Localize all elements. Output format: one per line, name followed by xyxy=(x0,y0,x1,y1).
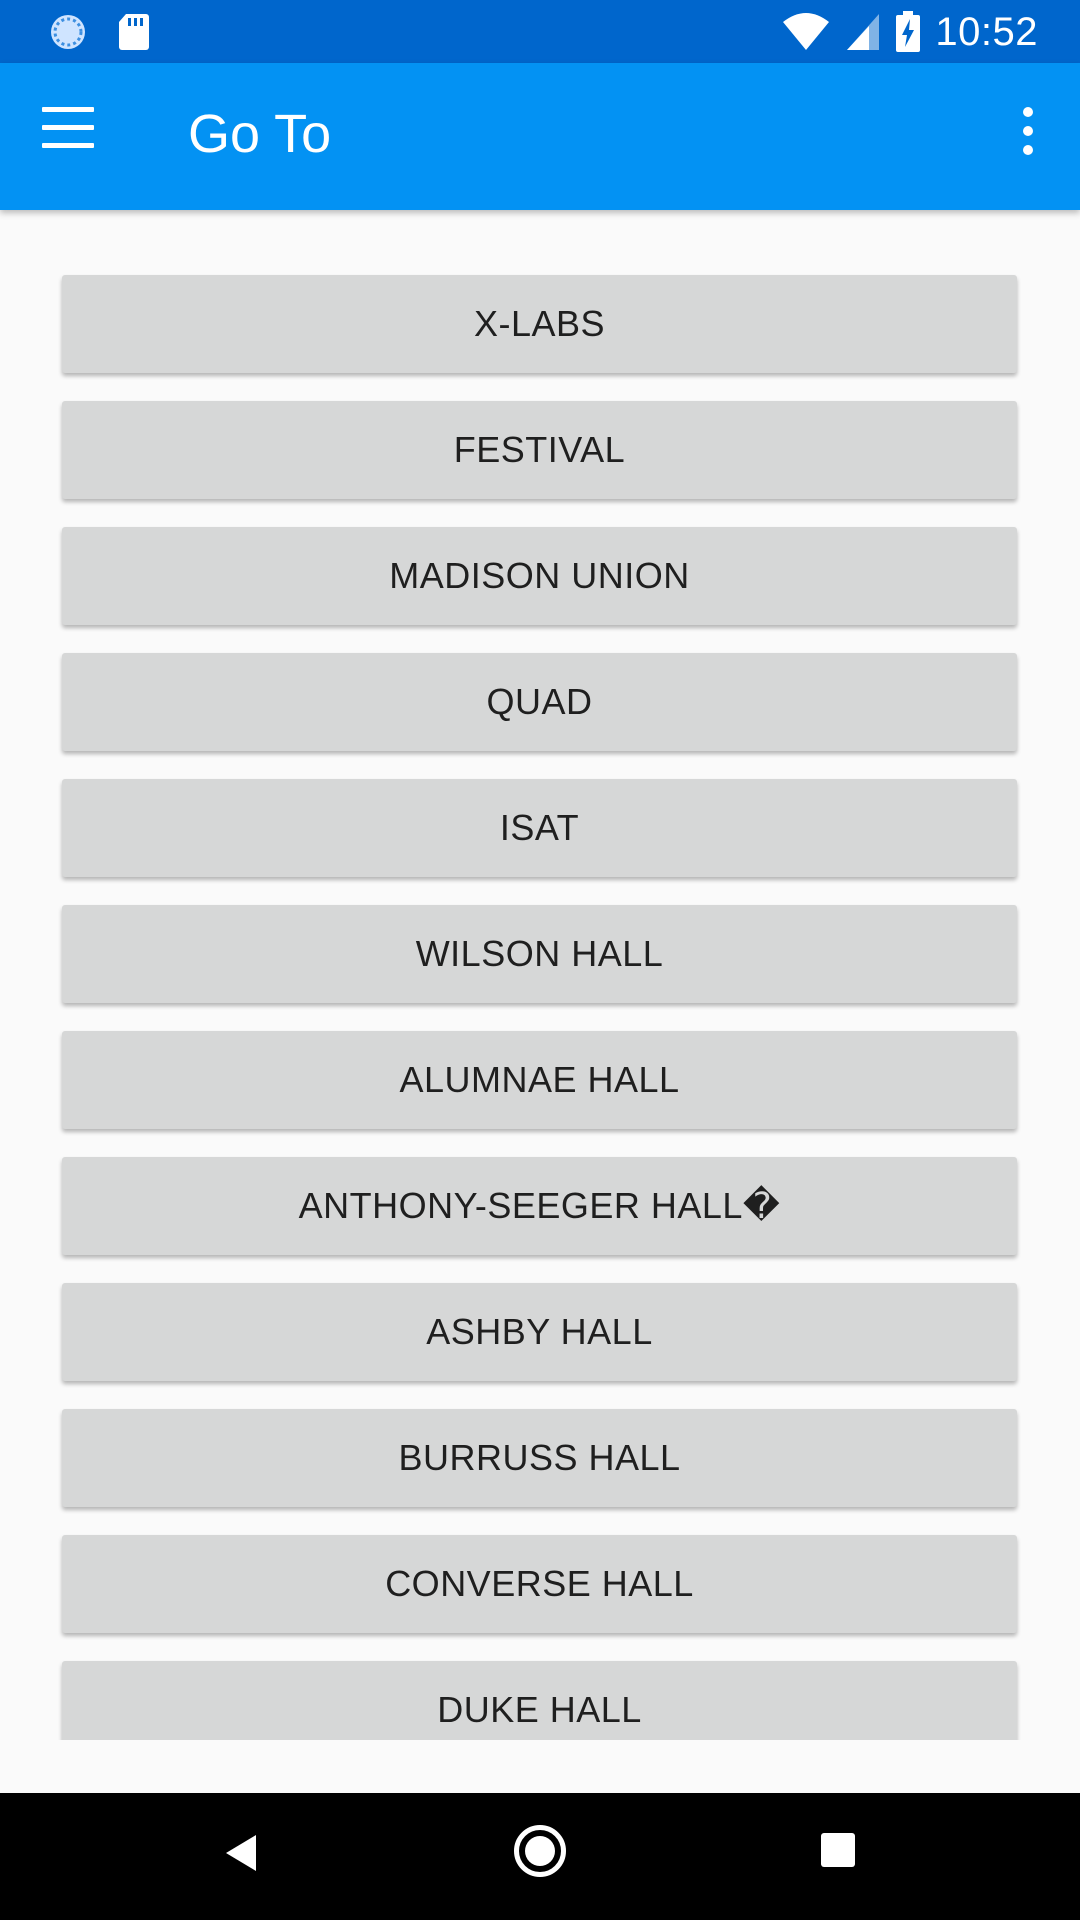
status-clock: 10:52 xyxy=(935,9,1038,54)
place-button-burruss-hall[interactable]: BURRUSS HALL xyxy=(62,1409,1017,1507)
more-vert-icon[interactable] xyxy=(1016,107,1040,167)
navigation-bar xyxy=(0,1793,1080,1920)
app-bar: Go To xyxy=(0,63,1080,210)
place-list-container[interactable]: X-LABS FESTIVAL MADISON UNION QUAD ISAT … xyxy=(0,210,1080,1740)
place-button-quad[interactable]: QUAD xyxy=(62,653,1017,751)
status-right-icons: 10:52 xyxy=(781,8,1038,56)
place-button-madison-union[interactable]: MADISON UNION xyxy=(62,527,1017,625)
place-list: X-LABS FESTIVAL MADISON UNION QUAD ISAT … xyxy=(62,275,1017,1740)
place-button-alumnae-hall[interactable]: ALUMNAE HALL xyxy=(62,1031,1017,1129)
place-button-wilson-hall[interactable]: WILSON HALL xyxy=(62,905,1017,1003)
place-button-isat[interactable]: ISAT xyxy=(62,779,1017,877)
battery-charging-icon xyxy=(896,11,921,52)
recents-icon[interactable] xyxy=(821,1833,855,1867)
wifi-icon xyxy=(783,13,830,50)
place-button-festival[interactable]: FESTIVAL xyxy=(62,401,1017,499)
status-left-icons xyxy=(48,12,150,52)
back-icon[interactable] xyxy=(224,1833,258,1873)
place-button-ashby-hall[interactable]: ASHBY HALL xyxy=(62,1283,1017,1381)
place-button-x-labs[interactable]: X-LABS xyxy=(62,275,1017,373)
status-bar: 10:52 xyxy=(0,0,1080,63)
place-button-duke-hall[interactable]: DUKE HALL xyxy=(62,1661,1017,1740)
place-button-converse-hall[interactable]: CONVERSE HALL xyxy=(62,1535,1017,1633)
home-icon[interactable] xyxy=(514,1825,566,1877)
app-title: Go To xyxy=(188,104,332,164)
sd-card-icon xyxy=(119,14,149,50)
cell-signal-icon xyxy=(847,14,880,50)
place-button-anthony-seeger-hall[interactable]: ANTHONY-SEEGER HALL� xyxy=(62,1157,1017,1255)
sync-icon xyxy=(51,15,85,49)
hamburger-menu-icon[interactable] xyxy=(42,107,102,167)
